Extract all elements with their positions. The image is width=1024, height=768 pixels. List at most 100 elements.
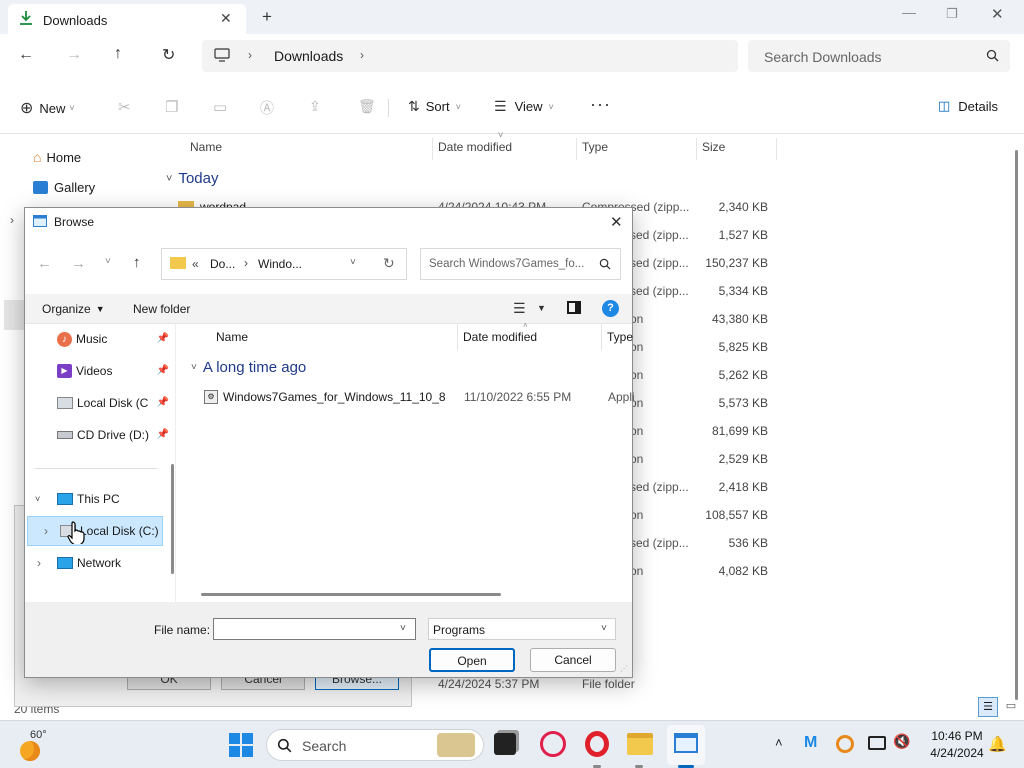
paste-icon[interactable]: ▭ bbox=[213, 98, 227, 116]
clock-time[interactable]: 10:46 PM bbox=[930, 729, 984, 743]
dialog-search-input[interactable]: Search Windows7Games_fo... bbox=[429, 258, 584, 270]
search-input[interactable]: Search Downloads bbox=[764, 49, 882, 65]
opera-gx-icon[interactable] bbox=[540, 731, 566, 757]
file-type-select[interactable]: Programs ˅ bbox=[428, 618, 616, 640]
nav-item-home[interactable]: ⌂ Home bbox=[33, 149, 81, 165]
nav-selected-item[interactable] bbox=[4, 300, 24, 330]
close-window-icon[interactable]: ✕ bbox=[991, 5, 1004, 23]
nav-item-gallery[interactable]: Gallery bbox=[33, 180, 95, 195]
opera-browser-icon[interactable] bbox=[585, 731, 609, 757]
dialog-search-box[interactable]: Search Windows7Games_fo... bbox=[420, 248, 621, 280]
breadcrumb-downloads[interactable]: Downloads bbox=[274, 48, 343, 64]
help-icon[interactable]: ? bbox=[602, 300, 619, 317]
column-divider[interactable] bbox=[601, 324, 602, 350]
app-tray-icon[interactable] bbox=[836, 735, 854, 753]
scrollbar[interactable] bbox=[171, 464, 174, 574]
back-icon[interactable]: ← bbox=[37, 255, 52, 272]
scrollbar[interactable] bbox=[1015, 150, 1018, 700]
column-date[interactable]: Date modified bbox=[438, 140, 512, 154]
group-header[interactable]: ˅ A long time ago bbox=[191, 359, 306, 376]
tab-downloads[interactable]: Downloads ✕ bbox=[8, 4, 246, 34]
more-options-icon[interactable]: ··· bbox=[590, 94, 611, 115]
resize-grip-icon[interactable]: ⋰ bbox=[620, 664, 628, 673]
file-explorer-icon[interactable] bbox=[627, 733, 653, 755]
chevron-right-icon[interactable]: › bbox=[360, 48, 364, 62]
dialog-app-icon[interactable] bbox=[674, 733, 698, 753]
details-button[interactable]: ◫ Details bbox=[938, 98, 998, 114]
recent-locations-icon[interactable]: ˅ bbox=[105, 256, 111, 267]
display-icon[interactable] bbox=[868, 736, 886, 750]
close-tab-icon[interactable]: ✕ bbox=[220, 10, 232, 27]
column-name[interactable]: Name bbox=[216, 330, 248, 344]
nav-item-music[interactable]: ♪ Music 📌 bbox=[25, 324, 171, 354]
chevron-right-icon[interactable]: › bbox=[44, 524, 60, 538]
chevron-down-icon[interactable]: ˅ bbox=[35, 494, 57, 504]
column-divider[interactable] bbox=[432, 138, 433, 160]
close-icon[interactable]: ✕ bbox=[610, 213, 623, 231]
view-button[interactable]: ☰ View ˅ bbox=[494, 98, 554, 115]
preview-pane-icon[interactable] bbox=[567, 301, 581, 314]
task-view-icon[interactable] bbox=[494, 733, 516, 755]
forward-icon[interactable]: → bbox=[66, 46, 82, 64]
notifications-bell-icon[interactable]: 🔔 bbox=[988, 735, 1007, 753]
maximize-icon[interactable]: ❐ bbox=[946, 6, 958, 22]
search-box[interactable]: Search Downloads bbox=[748, 40, 1010, 72]
nav-item-this-pc[interactable]: ˅ This PC bbox=[25, 484, 171, 514]
change-view-icon[interactable]: ☰ bbox=[513, 300, 526, 317]
group-header-today[interactable]: ˅ Today bbox=[166, 170, 218, 187]
address-bar[interactable]: › Downloads › bbox=[202, 40, 738, 72]
new-folder-button[interactable]: New folder bbox=[133, 302, 190, 316]
clock-date[interactable]: 4/24/2024 bbox=[924, 746, 990, 760]
column-divider[interactable] bbox=[696, 138, 697, 160]
open-button[interactable]: Open bbox=[429, 648, 515, 672]
column-date[interactable]: Date modified bbox=[463, 330, 537, 344]
volume-muted-icon[interactable]: 🔇 bbox=[893, 733, 910, 750]
column-divider[interactable] bbox=[776, 138, 777, 160]
chevron-down-icon[interactable]: ˅ bbox=[350, 257, 356, 268]
cut-icon[interactable]: ✂ bbox=[118, 98, 131, 116]
nav-item-videos[interactable]: ▶ Videos 📌 bbox=[25, 356, 171, 386]
show-hidden-icons[interactable]: ˄ bbox=[775, 735, 783, 750]
up-icon[interactable]: ↑ bbox=[114, 45, 122, 63]
copy-icon[interactable]: ❐ bbox=[165, 98, 178, 116]
address-segment[interactable]: Do... bbox=[210, 257, 235, 271]
dialog-address-bar[interactable]: « Do... › Windo... ˅ ↻ bbox=[161, 248, 407, 280]
cancel-button[interactable]: Cancel bbox=[530, 648, 616, 672]
forward-icon[interactable]: → bbox=[71, 255, 86, 272]
chevron-down-icon[interactable]: ˅ bbox=[400, 623, 406, 634]
rename-icon[interactable]: Ⓐ bbox=[260, 98, 274, 118]
chevron-right-icon[interactable]: › bbox=[244, 256, 248, 270]
overflow-icon[interactable]: « bbox=[192, 257, 199, 271]
column-divider[interactable] bbox=[576, 138, 577, 160]
new-tab-icon[interactable]: + bbox=[262, 7, 272, 27]
sort-button[interactable]: ⇅ Sort ˅ bbox=[408, 98, 461, 115]
malwarebytes-icon[interactable]: M bbox=[804, 734, 817, 752]
organize-button[interactable]: Organize ▼ bbox=[42, 302, 105, 316]
tiles-view-icon[interactable]: ▭ bbox=[1001, 697, 1021, 717]
file-row[interactable]: ⚙ Windows7Games_for_Windows_11_10_8 11/1… bbox=[204, 386, 635, 408]
nav-item-network[interactable]: › Network bbox=[25, 548, 171, 578]
chevron-right-icon[interactable]: › bbox=[10, 213, 14, 227]
chevron-right-icon[interactable]: › bbox=[37, 556, 57, 570]
up-icon[interactable]: ↑ bbox=[133, 254, 141, 271]
dropdown-arrow-icon[interactable]: ▼ bbox=[537, 303, 546, 313]
address-segment[interactable]: Windo... bbox=[258, 257, 302, 271]
file-name-input[interactable]: ˅ bbox=[213, 618, 416, 640]
refresh-icon[interactable]: ↻ bbox=[383, 255, 395, 272]
new-button[interactable]: ⊕ New ˅ bbox=[20, 98, 75, 118]
taskbar-search[interactable]: Search bbox=[266, 729, 484, 761]
column-name[interactable]: Name bbox=[190, 140, 222, 154]
chevron-down-icon[interactable]: ˅ bbox=[601, 623, 607, 634]
minimize-icon[interactable]: — bbox=[902, 4, 916, 20]
nav-item-cd-drive[interactable]: CD Drive (D:) 📌 bbox=[25, 420, 171, 450]
back-icon[interactable]: ← bbox=[18, 46, 34, 64]
windows-start-icon[interactable] bbox=[229, 733, 253, 757]
column-divider[interactable] bbox=[457, 324, 458, 350]
details-view-icon[interactable]: ☰ bbox=[978, 697, 998, 717]
delete-icon[interactable]: 🗑 bbox=[358, 98, 376, 115]
horizontal-scrollbar[interactable] bbox=[201, 593, 501, 596]
refresh-icon[interactable]: ↻ bbox=[162, 45, 175, 65]
nav-item-local-disk[interactable]: Local Disk (C 📌 bbox=[25, 388, 171, 418]
taskbar-search-input[interactable]: Search bbox=[302, 738, 346, 754]
nav-item-local-disk-c[interactable]: › Local Disk (C:) bbox=[27, 516, 163, 546]
